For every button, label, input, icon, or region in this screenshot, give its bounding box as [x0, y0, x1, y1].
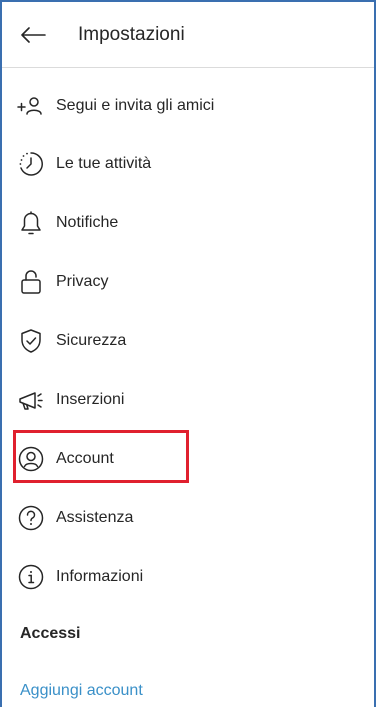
info-circle-icon	[16, 562, 46, 592]
menu-item-label: Segui e invita gli amici	[56, 97, 215, 114]
menu-item-label: Le tue attività	[56, 155, 152, 172]
menu-item-activity[interactable]: Le tue attività	[16, 144, 151, 184]
activity-clock-icon	[16, 149, 46, 179]
bell-icon	[16, 208, 46, 238]
menu-item-notifications[interactable]: Notifiche	[16, 203, 118, 243]
menu-item-label: Sicurezza	[56, 332, 127, 349]
menu-item-info[interactable]: Informazioni	[16, 557, 143, 597]
menu-item-label: Account	[56, 450, 114, 467]
menu-item-help[interactable]: Assistenza	[16, 498, 133, 538]
arrow-left-icon	[21, 26, 46, 43]
menu-item-label: Inserzioni	[56, 391, 125, 408]
header: Impostazioni	[2, 2, 374, 68]
menu-item-label: Informazioni	[56, 568, 144, 585]
menu-item-follow-invite[interactable]: Segui e invita gli amici	[16, 86, 214, 126]
settings-screen: Impostazioni Segui e invita gli amici Le…	[0, 0, 376, 707]
shield-check-icon	[16, 326, 46, 356]
menu-item-label: Assistenza	[56, 509, 134, 526]
megaphone-icon	[16, 385, 46, 415]
add-person-icon	[16, 91, 46, 121]
menu-item-privacy[interactable]: Privacy	[16, 262, 108, 302]
menu-item-label: Notifiche	[56, 214, 119, 231]
account-circle-icon	[16, 444, 46, 474]
back-button[interactable]	[16, 18, 50, 52]
page-title: Impostazioni	[78, 23, 185, 45]
help-circle-icon	[16, 503, 46, 533]
menu-item-ads[interactable]: Inserzioni	[16, 380, 124, 420]
menu-item-security[interactable]: Sicurezza	[16, 321, 126, 361]
section-title-accessi: Accessi	[20, 625, 81, 642]
menu-item-label: Privacy	[56, 273, 109, 290]
lock-icon	[16, 267, 46, 297]
menu-item-account[interactable]: Account	[16, 439, 114, 479]
add-account-link[interactable]: Aggiungi account	[20, 682, 143, 700]
